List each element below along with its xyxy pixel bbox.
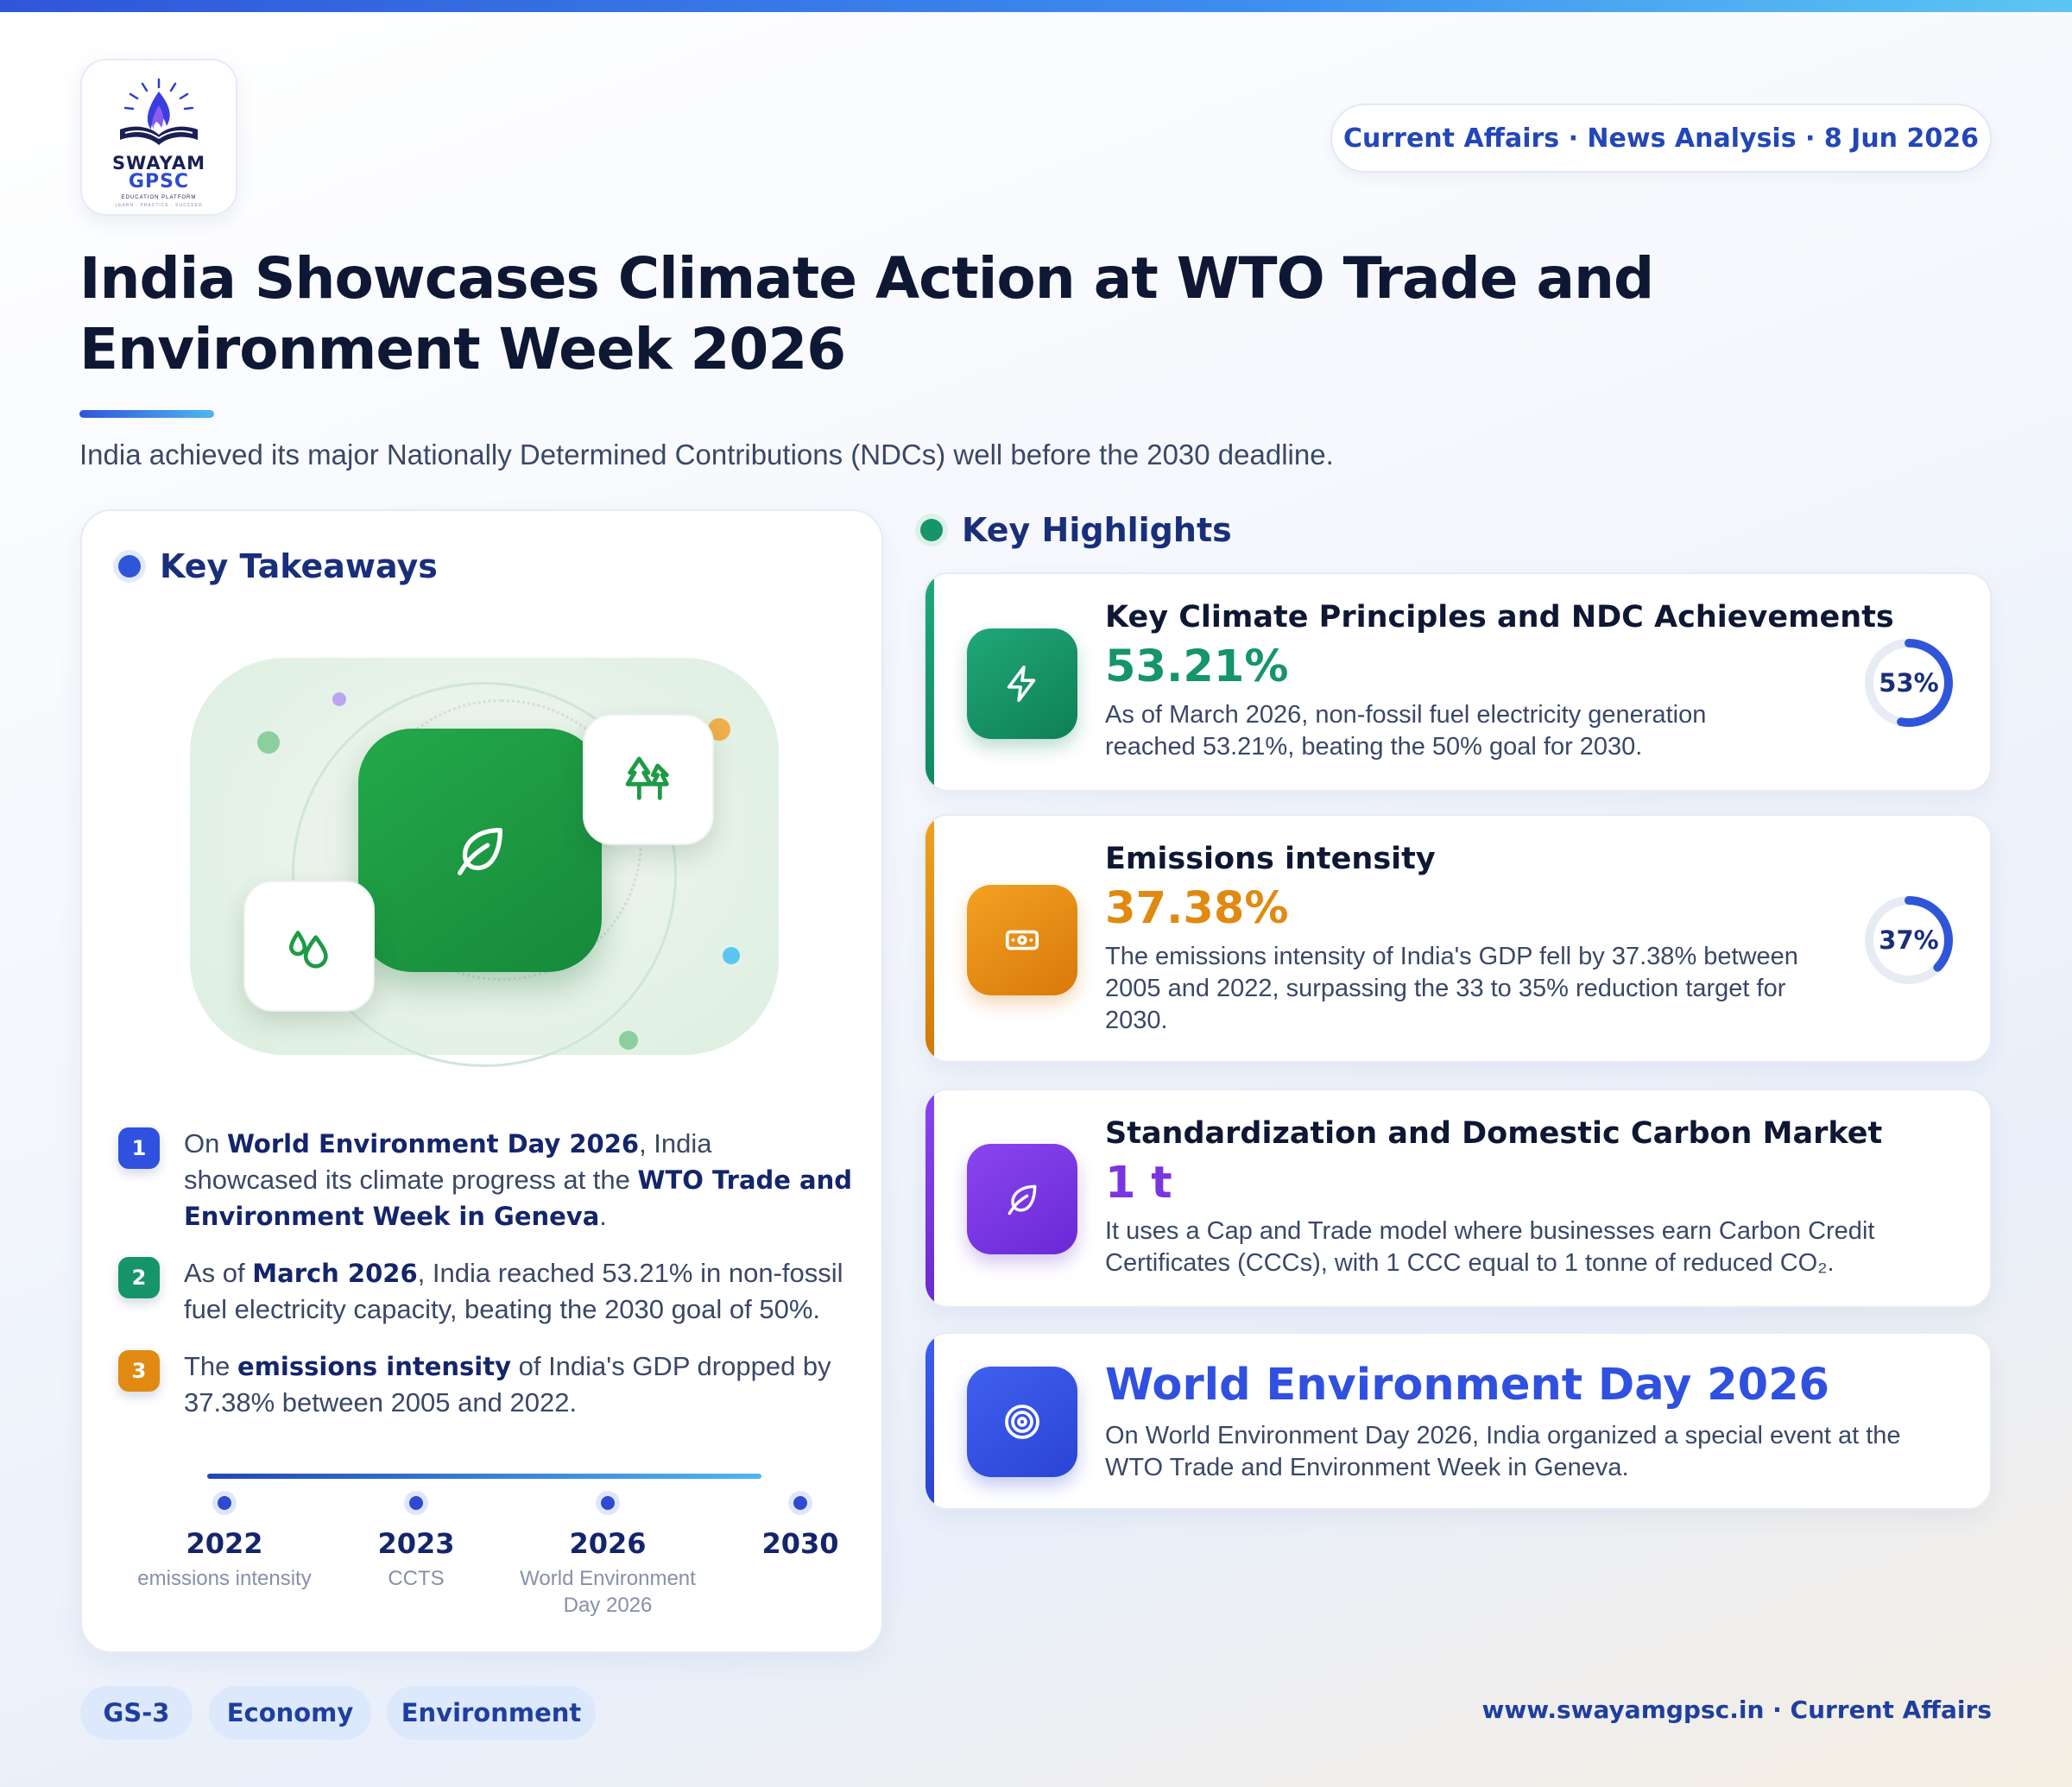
target-icon: [1005, 1405, 1039, 1439]
lightning-tile: [967, 628, 1077, 739]
highlight-card-ndc: Key Climate Principles and NDC Achieveme…: [924, 572, 1992, 792]
timeline-node-2023: 2023 CCTS: [356, 1491, 477, 1592]
footer-site-link[interactable]: www.swayamgpsc.in · Current Affairs: [1482, 1695, 1992, 1724]
card-accent: [925, 574, 934, 790]
timeline-dot: [212, 1491, 237, 1515]
climate-illustration: [190, 658, 779, 1067]
item-number: 3: [118, 1350, 160, 1392]
card-stat: 37.38%: [1105, 883, 1289, 934]
card-title: Emissions intensity: [1105, 842, 1436, 876]
flame-book-icon: [120, 78, 198, 145]
timeline-caption: CCTS: [388, 1567, 445, 1590]
tree-icon: [625, 756, 669, 800]
list-item: 2 As of March 2026, India reached 53.21%…: [118, 1255, 852, 1328]
leaf-icon: [458, 828, 502, 875]
timeline-node-2030: 2030: [740, 1491, 861, 1565]
progress-donut-53: 53%: [1865, 639, 1953, 727]
timeline-year: 2023: [377, 1527, 455, 1560]
item-text: The: [184, 1351, 238, 1381]
top-accent-bar: [0, 0, 2072, 12]
bubble: [257, 731, 280, 754]
card-accent: [925, 1334, 934, 1508]
card-stat: 53.21%: [1105, 641, 1289, 692]
highlight-card-emissions: Emissions intensity 37.38% The emissions…: [924, 814, 1992, 1063]
brand-tagline: EDUCATION PLATFORM: [121, 195, 197, 200]
takeaways-list: 1 On World Environment Day 2026, India s…: [118, 1126, 852, 1421]
card-accent: [925, 816, 934, 1061]
card-title: World Environment Day 2026: [1105, 1360, 1830, 1411]
title-underline: [79, 410, 214, 418]
page-subtitle: India achieved its major Nationally Dete…: [79, 439, 1334, 470]
key-highlights-heading: Key Highlights: [920, 511, 1232, 549]
item-text: .: [599, 1201, 607, 1231]
timeline-caption: emissions intensity: [137, 1567, 312, 1590]
item-text: On: [184, 1128, 227, 1159]
item-bold: March 2026: [252, 1259, 418, 1288]
timeline-dot: [596, 1491, 620, 1515]
card-accent: [925, 1090, 934, 1306]
item-bold: emissions intensity: [237, 1352, 511, 1381]
item-number: 1: [118, 1127, 160, 1169]
date-pill: Current Affairs · News Analysis · 8 Jun …: [1330, 104, 1992, 173]
banknote-tile: [967, 885, 1077, 995]
item-text: As of: [184, 1258, 253, 1288]
card-description: It uses a Cap and Trade model where busi…: [1105, 1217, 1875, 1277]
timeline-year: 2030: [761, 1527, 839, 1560]
timeline-node-2026: 2026 World Environment Day 2026: [520, 1491, 696, 1619]
timeline-line: [207, 1474, 761, 1479]
timeline-dot: [404, 1491, 428, 1515]
donut-label: 53%: [1879, 668, 1938, 698]
lightning-icon: [1007, 666, 1036, 702]
target-tile: [967, 1367, 1077, 1477]
timeline-node-2022: 2022 emissions intensity: [137, 1491, 312, 1592]
item-number: 2: [118, 1257, 160, 1298]
donut-label: 37%: [1879, 925, 1938, 955]
timeline-year: 2026: [569, 1527, 647, 1560]
list-item: 1 On World Environment Day 2026, India s…: [118, 1126, 852, 1234]
highlight-card-carbon-market: Standardization and Domestic Carbon Mark…: [924, 1089, 1992, 1308]
key-takeaways-label: Key Takeaways: [160, 547, 438, 585]
card-stat: 1 t: [1105, 1158, 1172, 1209]
page-title: India Showcases Climate Action at WTO Tr…: [79, 245, 1654, 382]
banknote-icon: [1005, 930, 1039, 950]
heading-dot: [118, 555, 141, 578]
tag-environment[interactable]: Environment: [387, 1686, 596, 1740]
card-description: On World Environment Day 2026, India org…: [1105, 1422, 1901, 1481]
card-description: The emissions intensity of India's GDP f…: [1105, 943, 1798, 1034]
heading-dot: [920, 519, 943, 541]
bubble: [723, 947, 740, 964]
card-title: Standardization and Domestic Carbon Mark…: [1105, 1116, 1883, 1151]
key-highlights-label: Key Highlights: [962, 511, 1232, 549]
key-takeaways-heading: Key Takeaways: [118, 547, 438, 585]
leaf-tile: [967, 1144, 1077, 1254]
highlight-card-environment-day: World Environment Day 2026 On World Envi…: [924, 1332, 1992, 1510]
droplets-icon: [289, 931, 328, 969]
list-item: 3 The emissions intensity of India's GDP…: [118, 1348, 852, 1421]
item-bold: World Environment Day 2026: [226, 1129, 640, 1159]
leaf-icon: [1008, 1184, 1037, 1216]
tree-tile: [583, 714, 714, 845]
bubble: [619, 1031, 638, 1050]
timeline-caption: World Environment Day 2026: [520, 1567, 696, 1617]
big-leaf-tile: [358, 729, 602, 972]
timeline-dot: [788, 1491, 812, 1515]
brand-name-line2: GPSC: [128, 171, 190, 193]
brand-name-line1: SWAYAM: [112, 153, 205, 174]
brand-motto: LEARN · PRACTICE · SUCCEED: [115, 203, 203, 208]
tag-gs3[interactable]: GS-3: [80, 1686, 193, 1740]
progress-donut-37: 37%: [1865, 896, 1953, 984]
brand-logo[interactable]: SWAYAM GPSC EDUCATION PLATFORM LEARN · P…: [80, 59, 237, 216]
water-tile: [243, 881, 375, 1012]
card-description: As of March 2026, non-fossil fuel electr…: [1105, 701, 1707, 761]
key-takeaways-card: Key Takeaways 1 On World Environment Day…: [80, 509, 883, 1653]
tag-economy[interactable]: Economy: [209, 1686, 371, 1740]
bubble: [332, 692, 346, 706]
timeline-year: 2022: [186, 1527, 263, 1560]
card-title: Key Climate Principles and NDC Achieveme…: [1105, 600, 1894, 635]
